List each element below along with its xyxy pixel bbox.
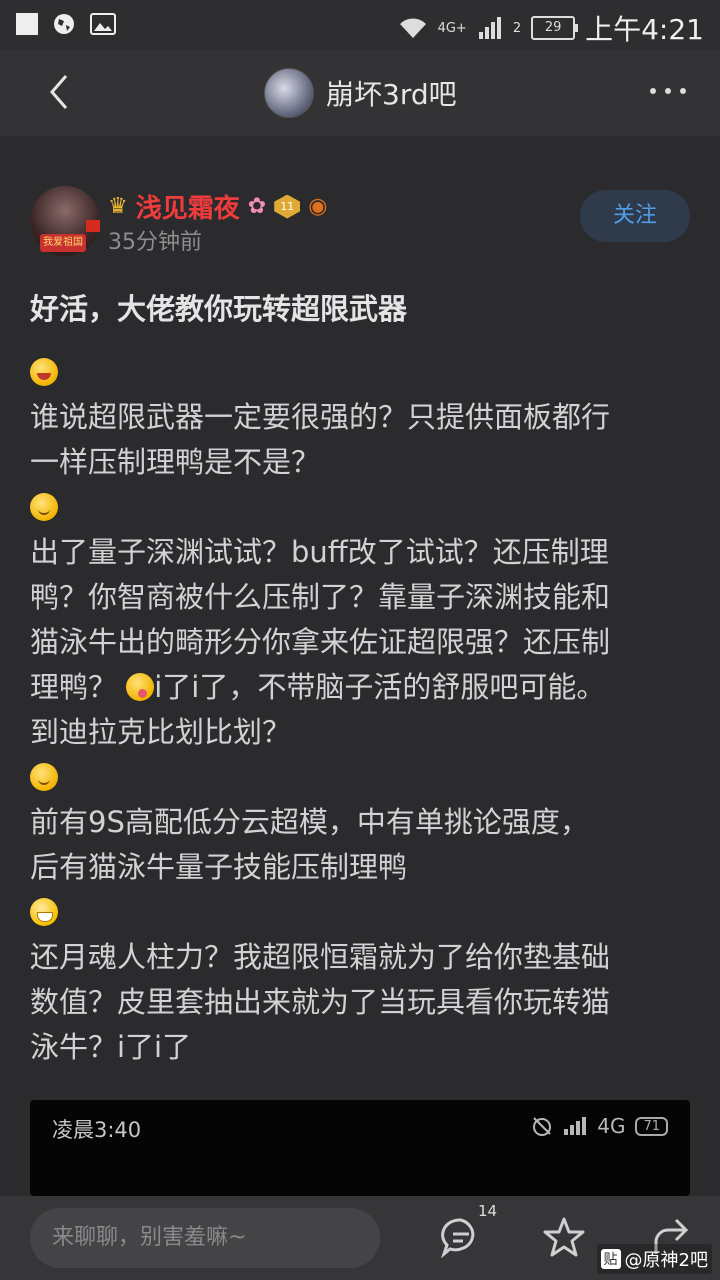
post-time: 35分钟前 — [108, 230, 202, 255]
body-line: 数值？皮里套抽出来就为了当玩具看你玩转猫 — [30, 985, 611, 1019]
level-badge-icon: 11 — [274, 194, 301, 219]
comment-input[interactable]: 来聊聊，别害羞嘛~ — [30, 1208, 380, 1268]
username[interactable]: 浅见霜夜 — [136, 188, 240, 225]
comment-icon[interactable] — [440, 1216, 482, 1258]
tongue-emoji-icon — [126, 673, 155, 701]
watermark: 贴 @原神2吧 — [596, 1244, 712, 1274]
star-icon[interactable] — [543, 1216, 585, 1258]
follow-button[interactable]: 关注 — [580, 190, 690, 242]
game-controller-icon: ◉ — [308, 194, 328, 219]
more-icon[interactable] — [650, 88, 686, 94]
body-line: 谁说超限武器一定要很强的？只提供面板都行 — [30, 400, 611, 434]
body-line: 猫泳牛出的畸形分你拿来佐证超限强？还压制 — [30, 625, 611, 659]
alarm-off-icon — [533, 1117, 552, 1136]
grin-emoji-icon — [30, 898, 58, 926]
username-row: ♛ 浅见霜夜 ✿ 11 ◉ — [108, 188, 327, 225]
smile-emoji-icon — [30, 763, 58, 791]
flower-icon: ✿ — [247, 194, 267, 219]
forum-title: 崩坏3rd吧 — [326, 78, 457, 111]
tieba-logo-icon: 贴 — [600, 1249, 621, 1269]
crown-icon: ♛ — [108, 194, 128, 219]
forum-avatar — [264, 68, 314, 118]
post-content: 我爱祖国 ♛ 浅见霜夜 ✿ 11 ◉ 35分钟前 关注 好活，大佬教你玩转超限武… — [0, 136, 720, 1196]
wifi-icon — [399, 18, 426, 38]
clock: 上午4:21 — [585, 13, 704, 46]
body-line: 鸭？你智商被什么压制了？靠量子深渊技能和 — [30, 580, 611, 614]
sim-label: 2 — [512, 20, 522, 36]
body-line: 一样压制理鸭是不是？ — [30, 445, 321, 479]
comment-count: 14 — [478, 1202, 498, 1220]
signal-icon — [478, 17, 501, 39]
body-line: 还月魂人柱力？我超限恒霜就为了给你垫基础 — [30, 940, 611, 974]
flag-icon — [86, 220, 100, 232]
battery-icon: 29 — [531, 16, 579, 40]
laugh-emoji-icon — [30, 358, 58, 386]
body-line: 出了量子深渊试试？buff改了试试？还压制理 — [30, 535, 609, 569]
globe-icon — [54, 14, 74, 34]
body-line: 泳牛？i了i了 — [30, 1030, 192, 1064]
body-line-part: i了i了，不带脑子活的舒服吧可能。 — [154, 670, 606, 704]
notification-icon — [16, 13, 38, 35]
back-arrow-icon[interactable] — [40, 72, 80, 112]
body-line: 后有猫泳牛量子技能压制理鸭 — [30, 850, 408, 884]
avatar-tag: 我爱祖国 — [40, 234, 86, 252]
body-line-with-emoji: 理鸭？ i了i了，不带脑子活的舒服吧可能。 — [30, 665, 700, 710]
body-line-part: 理鸭？ — [30, 670, 127, 704]
post-title: 好活，大佬教你玩转超限武器 — [30, 292, 408, 326]
post-body: 谁说超限武器一定要很强的？只提供面板都行 一样压制理鸭是不是？ 出了量子深渊试试… — [30, 350, 700, 1070]
body-line: 到迪拉克比划比划？ — [30, 715, 292, 749]
smile-emoji-icon — [30, 493, 58, 521]
signal-icon — [564, 1117, 587, 1135]
image-icon — [90, 13, 116, 35]
bottom-bar: 来聊聊，别害羞嘛~ 14 贴 @原神2吧 — [0, 1196, 720, 1280]
top-navigation: 崩坏3rd吧 — [0, 50, 720, 136]
body-line: 前有9S高配低分云超模，中有单挑论强度， — [30, 805, 589, 839]
embed-battery: 71 — [635, 1116, 668, 1136]
embed-network: 4G — [597, 1114, 626, 1138]
embed-time: 凌晨3:40 — [52, 1118, 142, 1142]
embedded-screenshot[interactable]: 凌晨3:40 4G 71 — [30, 1100, 690, 1196]
status-bar: 4G+ 2 29 上午4:21 — [0, 0, 720, 50]
network-label: 4G+ — [437, 20, 467, 36]
forum-header[interactable]: 崩坏3rd吧 — [264, 68, 457, 118]
watermark-text: @原神2吧 — [624, 1250, 708, 1271]
